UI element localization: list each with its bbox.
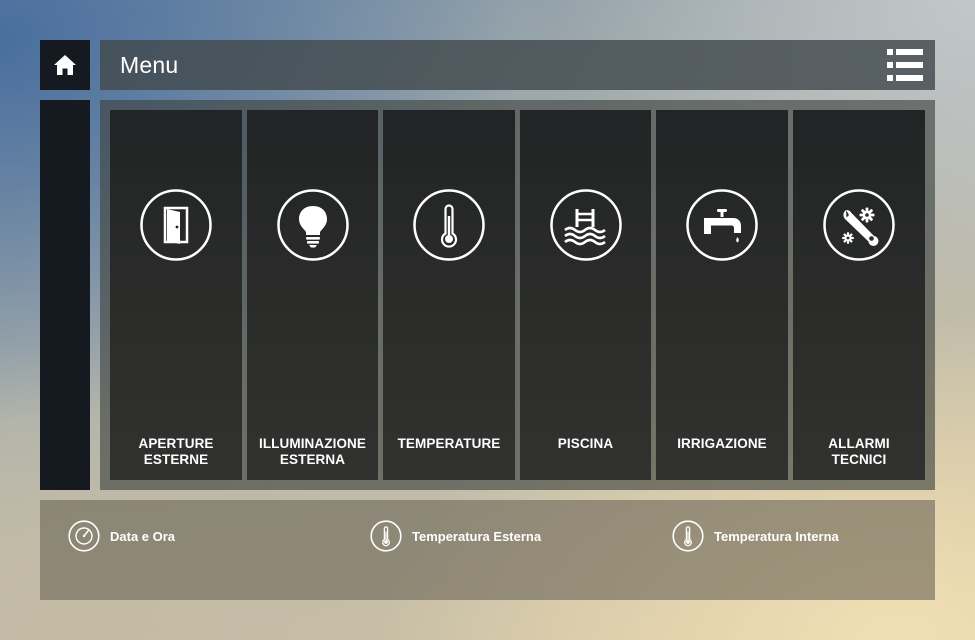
home-button[interactable] <box>40 40 90 90</box>
info-panel: Data e Ora Temperatura Esterna Temperatu… <box>40 500 935 600</box>
thermometer-icon <box>672 520 704 552</box>
tile-allarmi-tecnici[interactable]: ALLARMI TECNICI <box>793 110 925 480</box>
tile-label: ALLARMI TECNICI <box>828 436 890 467</box>
tile-irrigazione[interactable]: IRRIGAZIONE <box>656 110 788 480</box>
home-icon <box>54 55 76 75</box>
info-label: Temperatura Interna <box>714 528 839 544</box>
page-title: Menu <box>120 52 179 78</box>
tile-label: ILLUMINAZIONE ESTERNA <box>258 436 367 467</box>
info-date-time[interactable]: Data e Ora <box>68 520 175 552</box>
pool-icon <box>549 189 622 261</box>
info-label: Temperatura Esterna <box>412 528 542 544</box>
menu-bar: Menu <box>100 40 935 90</box>
info-internal-temperature[interactable]: Temperatura Interna <box>672 520 839 552</box>
menu-tiles-panel: APERTURE ESTERNE ILLUMINAZIONE ESTERNA T… <box>100 100 935 490</box>
lightbulb-icon <box>276 189 349 261</box>
wrench-gears-icon <box>823 189 895 261</box>
list-view-icon <box>887 49 923 81</box>
tile-illuminazione-esterna[interactable]: ILLUMINAZIONE ESTERNA <box>247 110 378 480</box>
thermometer-icon <box>370 520 402 552</box>
door-icon <box>140 189 212 261</box>
side-strip <box>40 100 90 490</box>
thermometer-icon <box>413 189 485 261</box>
faucet-icon <box>686 189 758 261</box>
tile-label: TEMPERATURE <box>397 436 501 451</box>
info-label: Data e Ora <box>110 528 176 544</box>
info-external-temperature[interactable]: Temperatura Esterna <box>370 520 541 552</box>
tile-label: IRRIGAZIONE <box>677 436 767 451</box>
clock-icon <box>68 520 100 552</box>
tile-temperature[interactable]: TEMPERATURE <box>383 110 515 480</box>
tile-label: PISCINA <box>557 436 614 451</box>
tile-label: APERTURE ESTERNE <box>138 436 214 467</box>
tile-piscina[interactable]: PISCINA <box>520 110 651 480</box>
tile-aperture-esterne[interactable]: APERTURE ESTERNE <box>110 110 242 480</box>
list-view-button[interactable] <box>887 49 923 81</box>
